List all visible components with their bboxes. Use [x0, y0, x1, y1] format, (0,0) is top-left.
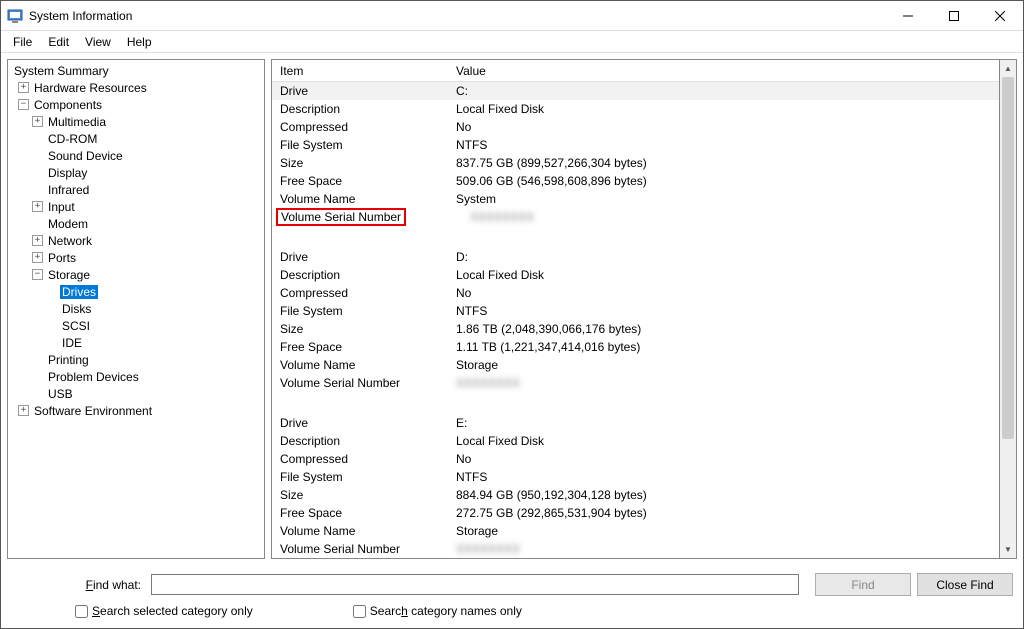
scroll-track[interactable] [1000, 77, 1016, 541]
menu-view[interactable]: View [77, 33, 119, 51]
collapse-icon[interactable]: − [32, 269, 43, 280]
expand-icon[interactable]: + [32, 116, 43, 127]
menu-edit[interactable]: Edit [40, 33, 77, 51]
tree-display[interactable]: Display [8, 164, 264, 181]
row-compressed[interactable]: CompressedNo [272, 284, 999, 302]
tree-panel[interactable]: System Summary +Hardware Resources −Comp… [7, 59, 265, 559]
scroll-up-icon[interactable]: ▲ [1000, 60, 1016, 77]
titlebar: System Information [1, 1, 1023, 31]
row-volumename[interactable]: Volume NameSystem [272, 190, 999, 208]
tree-network[interactable]: +Network [8, 232, 264, 249]
tree-multimedia[interactable]: +Multimedia [8, 113, 264, 130]
row-size[interactable]: Size884.94 GB (950,192,304,128 bytes) [272, 486, 999, 504]
system-information-window: System Information File Edit View Help S… [0, 0, 1024, 629]
row-size[interactable]: Size1.86 TB (2,048,390,066,176 bytes) [272, 320, 999, 338]
titlebar-title: System Information [29, 9, 885, 23]
row-filesystem[interactable]: File SystemNTFS [272, 136, 999, 154]
row-description[interactable]: DescriptionLocal Fixed Disk [272, 100, 999, 118]
maximize-button[interactable] [931, 1, 977, 30]
row-volumename[interactable]: Volume NameStorage [272, 356, 999, 374]
column-value-header[interactable]: Value [448, 64, 999, 78]
content-rows[interactable]: DriveC: DescriptionLocal Fixed Disk Comp… [272, 82, 999, 558]
row-filesystem[interactable]: File SystemNTFS [272, 302, 999, 320]
expand-icon[interactable]: + [18, 405, 29, 416]
tree-input[interactable]: +Input [8, 198, 264, 215]
tree-cdrom[interactable]: CD-ROM [8, 130, 264, 147]
tree-components[interactable]: −Components [8, 96, 264, 113]
expand-icon[interactable]: + [18, 82, 29, 93]
row-drive-e[interactable]: DriveE: [272, 414, 999, 432]
tree-software-environment[interactable]: +Software Environment [8, 402, 264, 419]
tree-modem[interactable]: Modem [8, 215, 264, 232]
content-panel: Item Value DriveC: DescriptionLocal Fixe… [271, 59, 1000, 559]
tree-ports[interactable]: +Ports [8, 249, 264, 266]
tree-disks[interactable]: Disks [8, 300, 264, 317]
close-find-button[interactable]: Close Find [917, 573, 1013, 596]
highlighted-serial-label: Volume Serial Number [276, 208, 406, 226]
tree-ide[interactable]: IDE [8, 334, 264, 351]
tree-scsi[interactable]: SCSI [8, 317, 264, 334]
row-compressed[interactable]: CompressedNo [272, 450, 999, 468]
content-header: Item Value [272, 60, 999, 82]
scroll-down-icon[interactable]: ▼ [1000, 541, 1016, 558]
tree-infrared[interactable]: Infrared [8, 181, 264, 198]
search-names-checkbox[interactable]: Search category names only [353, 604, 522, 618]
close-button[interactable] [977, 1, 1023, 30]
row-volumename[interactable]: Volume NameStorage [272, 522, 999, 540]
tree-printing[interactable]: Printing [8, 351, 264, 368]
tree-sound-device[interactable]: Sound Device [8, 147, 264, 164]
row-serial[interactable]: Volume Serial NumberXXXXXXXX [272, 540, 999, 558]
tree-system-summary[interactable]: System Summary [8, 62, 264, 79]
row-description[interactable]: DescriptionLocal Fixed Disk [272, 432, 999, 450]
main-area: System Summary +Hardware Resources −Comp… [1, 53, 1023, 565]
scroll-thumb[interactable] [1002, 77, 1014, 439]
content-wrap: Item Value DriveC: DescriptionLocal Fixe… [271, 59, 1017, 559]
expand-icon[interactable]: + [32, 235, 43, 246]
row-serial[interactable]: Volume Serial NumberXXXXXXXX [272, 374, 999, 392]
tree-usb[interactable]: USB [8, 385, 264, 402]
expand-icon[interactable]: + [32, 252, 43, 263]
row-blank [272, 392, 999, 414]
expand-icon[interactable]: + [32, 201, 43, 212]
row-freespace[interactable]: Free Space272.75 GB (292,865,531,904 byt… [272, 504, 999, 522]
tree-storage[interactable]: −Storage [8, 266, 264, 283]
window-controls [885, 1, 1023, 30]
tree-problem-devices[interactable]: Problem Devices [8, 368, 264, 385]
find-input[interactable] [151, 574, 799, 595]
search-selected-checkbox[interactable]: Search selected category only [75, 604, 253, 618]
column-item-header[interactable]: Item [272, 64, 448, 78]
row-serial[interactable]: Volume Serial NumberXXXXXXXX [272, 208, 999, 226]
collapse-icon[interactable]: − [18, 99, 29, 110]
row-size[interactable]: Size837.75 GB (899,527,266,304 bytes) [272, 154, 999, 172]
row-drive-d[interactable]: DriveD: [272, 248, 999, 266]
row-filesystem[interactable]: File SystemNTFS [272, 468, 999, 486]
find-bar: Find what: Find Close Find Search select… [1, 565, 1023, 628]
row-drive-c[interactable]: DriveC: [272, 82, 999, 100]
menu-file[interactable]: File [5, 33, 40, 51]
menu-help[interactable]: Help [119, 33, 160, 51]
tree-drives[interactable]: Drives [8, 283, 264, 300]
minimize-button[interactable] [885, 1, 931, 30]
tree-hardware-resources[interactable]: +Hardware Resources [8, 79, 264, 96]
row-compressed[interactable]: CompressedNo [272, 118, 999, 136]
row-description[interactable]: DescriptionLocal Fixed Disk [272, 266, 999, 284]
find-what-label: Find what: [11, 578, 151, 592]
vertical-scrollbar[interactable]: ▲ ▼ [1000, 59, 1017, 559]
row-blank [272, 226, 999, 248]
app-icon [7, 8, 23, 24]
row-freespace[interactable]: Free Space1.11 TB (1,221,347,414,016 byt… [272, 338, 999, 356]
menubar: File Edit View Help [1, 31, 1023, 53]
row-freespace[interactable]: Free Space509.06 GB (546,598,608,896 byt… [272, 172, 999, 190]
find-button[interactable]: Find [815, 573, 911, 596]
